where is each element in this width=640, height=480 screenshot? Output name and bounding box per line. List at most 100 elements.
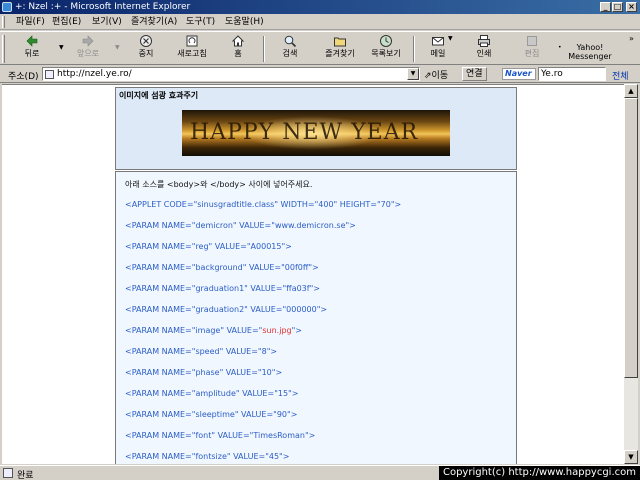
- chevron-right-icon[interactable]: »: [629, 34, 634, 43]
- links-button[interactable]: 연결: [462, 67, 487, 81]
- back-arrow-icon: [26, 35, 38, 47]
- search-icon: [284, 35, 297, 48]
- back-button[interactable]: 뒤로: [10, 34, 54, 64]
- address-url[interactable]: http://nzel.ye.ro/: [57, 69, 132, 79]
- source-code-card: 아래 소스를 <body>와 </body> 사이에 넣어주세요. <APPLE…: [115, 171, 517, 464]
- print-button[interactable]: 인쇄: [462, 34, 506, 64]
- print-label: 인쇄: [476, 49, 492, 58]
- scroll-down-icon[interactable]: ▼: [624, 450, 638, 464]
- address-bar: 주소(D) http://nzel.ye.ro/ ▼ ⇗이동 연결 Naver …: [0, 66, 640, 83]
- toolbar-grip[interactable]: [2, 35, 5, 63]
- naver-search-button[interactable]: 전체: [612, 69, 629, 82]
- banner-text: HAPPY NEW YEAR: [190, 120, 419, 145]
- refresh-label: 새로고침: [177, 49, 207, 58]
- code-line: <PARAM NAME="reg" VALUE="A00015">: [125, 242, 292, 251]
- page-viewport: 이미지에 섬광 효과주기 HAPPY NEW YEAR 아래 소스를 <body…: [2, 84, 624, 464]
- go-label: 이동: [431, 71, 449, 81]
- code-text: <PARAM NAME="fontsize" VALUE="45">: [125, 452, 290, 461]
- mail-button[interactable]: 메일: [416, 34, 460, 64]
- refresh-icon: [186, 35, 198, 47]
- vertical-scrollbar[interactable]: ▲ ▼: [624, 84, 638, 464]
- go-arrow-icon: ⇗: [424, 71, 432, 81]
- menu-file[interactable]: 파일(F): [16, 16, 45, 28]
- scroll-thumb[interactable]: [624, 98, 638, 378]
- messenger-bullet-icon: •: [558, 44, 562, 51]
- stop-label: 중지: [138, 49, 154, 58]
- code-line: <PARAM NAME="phase" VALUE="10">: [125, 368, 282, 377]
- code-text: <PARAM NAME="graduation2" VALUE="000000"…: [125, 305, 328, 314]
- code-text: <PARAM NAME="demicron" VALUE="www.demicr…: [125, 221, 356, 230]
- code-line: <PARAM NAME="graduation2" VALUE="000000"…: [125, 305, 327, 314]
- naver-logo: Naver: [502, 68, 536, 80]
- favorites-button[interactable]: 즐겨찾기: [318, 34, 362, 64]
- forward-button[interactable]: 앞으로: [66, 34, 110, 64]
- back-dropdown-icon[interactable]: ▼: [59, 44, 64, 51]
- code-line: <PARAM NAME="sleeptime" VALUE="90">: [125, 410, 297, 419]
- code-line: <PARAM NAME="font" VALUE="TimesRoman">: [125, 431, 315, 440]
- mail-icon: [432, 37, 444, 46]
- go-button[interactable]: ⇗이동: [424, 68, 448, 81]
- card-heading: 이미지에 섬광 효과주기: [119, 91, 199, 100]
- edit-button[interactable]: 편집: [510, 34, 554, 64]
- history-icon: [380, 35, 392, 47]
- favorites-folder-icon: [334, 37, 346, 47]
- code-text: <PARAM NAME="speed" VALUE="8">: [125, 347, 278, 356]
- standard-toolbar: 뒤로 ▼ 앞으로 ▼ 중지 새로고침 홈 검색 즐겨찾기 목록보기 메일 ▼ 인…: [0, 31, 640, 65]
- code-text: <APPLET CODE="sinusgradtitle.class" WIDT…: [125, 200, 402, 209]
- edit-icon: [527, 36, 537, 46]
- toolbar-separator: [413, 36, 415, 62]
- stop-icon: [140, 35, 152, 47]
- address-input[interactable]: http://nzel.ye.ro/ ▼: [42, 67, 420, 81]
- home-button[interactable]: 홈: [216, 34, 260, 64]
- back-label: 뒤로: [24, 49, 40, 58]
- status-page-icon: [3, 468, 13, 478]
- code-text: <PARAM NAME="phase" VALUE="10">: [125, 368, 283, 377]
- window-title-bar[interactable]: +: Nzel :+ - Microsoft Internet Explorer…: [0, 0, 640, 14]
- menu-view[interactable]: 보기(V): [92, 16, 122, 28]
- close-button[interactable]: ×: [626, 2, 637, 12]
- minimize-button[interactable]: _: [600, 2, 611, 12]
- printer-icon: [478, 35, 490, 47]
- address-label: 주소(D): [8, 72, 39, 82]
- forward-label: 앞으로: [76, 49, 100, 58]
- maximize-button[interactable]: □: [612, 2, 623, 12]
- favorites-label: 즐겨찾기: [325, 49, 355, 58]
- instructions-text: 아래 소스를 <body>와 </body> 사이에 넣어주세요.: [125, 180, 313, 189]
- happy-new-year-banner: HAPPY NEW YEAR: [182, 110, 450, 156]
- code-text: <PARAM NAME="sleeptime" VALUE="90">: [125, 410, 298, 419]
- menu-favorites[interactable]: 즐겨찾기(A): [131, 16, 177, 28]
- menu-grip[interactable]: [2, 16, 5, 28]
- mail-dropdown-icon[interactable]: ▼: [448, 35, 453, 42]
- menu-help[interactable]: 도움말(H): [225, 16, 264, 28]
- menu-edit[interactable]: 편집(E): [52, 16, 81, 28]
- ie-window-icon[interactable]: [2, 2, 12, 12]
- code-highlight: sun.jpg: [262, 326, 292, 335]
- forward-dropdown-icon[interactable]: ▼: [115, 44, 120, 51]
- search-button[interactable]: 검색: [268, 34, 312, 64]
- code-text: <PARAM NAME="font" VALUE="TimesRoman">: [125, 431, 316, 440]
- code-line: <PARAM NAME="graduation1" VALUE="ffa03f"…: [125, 284, 320, 293]
- refresh-button[interactable]: 새로고침: [170, 34, 214, 64]
- menu-bar: 파일(F) 편집(E) 보기(V) 즐겨찾기(A) 도구(T) 도움말(H): [0, 14, 640, 30]
- code-text: <PARAM NAME="graduation1" VALUE="ffa03f"…: [125, 284, 320, 293]
- code-line: <PARAM NAME="demicron" VALUE="www.demicr…: [125, 221, 356, 230]
- search-label: 검색: [282, 49, 298, 58]
- status-text: 완료: [17, 471, 34, 480]
- code-line: <PARAM NAME="amplitude" VALUE="15">: [125, 389, 298, 398]
- scroll-up-icon[interactable]: ▲: [624, 84, 638, 98]
- code-line: <PARAM NAME="image" VALUE="sun.jpg">: [125, 326, 302, 335]
- address-dropdown-icon[interactable]: ▼: [407, 68, 419, 80]
- messenger-label: Yahoo! Messenger: [568, 43, 612, 61]
- naver-search-input[interactable]: Ye.ro: [538, 67, 606, 81]
- toolbar-separator: [263, 36, 265, 62]
- effect-preview-card: 이미지에 섬광 효과주기 HAPPY NEW YEAR: [115, 87, 517, 170]
- history-label: 목록보기: [371, 49, 401, 58]
- history-button[interactable]: 목록보기: [364, 34, 408, 64]
- stop-button[interactable]: 중지: [124, 34, 168, 64]
- menu-tools[interactable]: 도구(T): [186, 16, 215, 28]
- code-line: <PARAM NAME="fontsize" VALUE="45">: [125, 452, 289, 461]
- code-text: <PARAM NAME="amplitude" VALUE="15">: [125, 389, 299, 398]
- code-text: <PARAM NAME="reg" VALUE="A00015">: [125, 242, 292, 251]
- code-text: <PARAM NAME="background" VALUE="00f0ff">: [125, 263, 319, 272]
- code-line: <PARAM NAME="background" VALUE="00f0ff">: [125, 263, 319, 272]
